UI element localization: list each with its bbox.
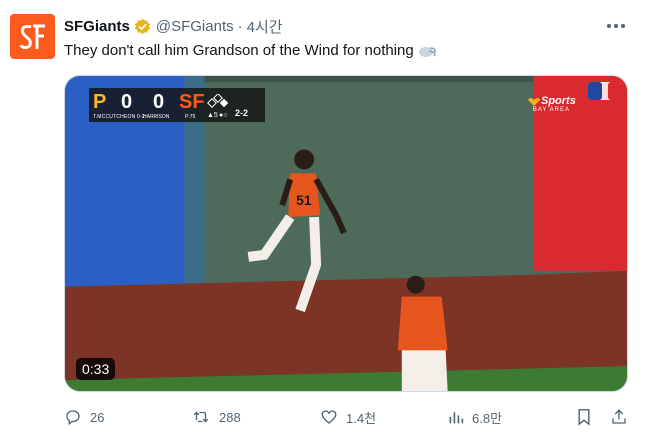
wind-emoji-icon — [417, 42, 437, 60]
video-frame: 51 — [65, 76, 627, 391]
share-icon — [612, 409, 626, 424]
more-dots-icon — [607, 24, 625, 28]
separator-dot: · — [237, 17, 243, 35]
repost-icon — [193, 411, 209, 423]
reply-count: 26 — [90, 409, 105, 425]
post-time[interactable]: 4시간 — [247, 16, 283, 37]
home-score: 0 — [153, 91, 165, 113]
share-button[interactable] — [610, 403, 636, 431]
reply-icon — [66, 410, 80, 426]
network-region: BAY AREA — [532, 107, 570, 113]
inning-indicator: ▲5 — [207, 112, 218, 119]
mlb-logo-icon — [588, 82, 622, 100]
network-logo: Sports BAY AREA — [527, 95, 576, 113]
tweet-header: SFGiants @SFGiants · 4시간 — [64, 15, 283, 37]
view-count: 6.8만 — [472, 410, 503, 426]
tweet-body: They don't call him Grandson of the Wind… — [64, 42, 414, 59]
batter-label: T.MCCUTCHEON 0-2 — [93, 114, 145, 120]
views-icon — [449, 412, 464, 424]
scoreboard: P 0 0 SF ▲5 ●○ 2-2 T.MCCUTCHEON 0-2 HARR… — [89, 88, 265, 122]
sf-giants-logo-icon — [19, 24, 45, 49]
bookmark-button[interactable] — [576, 403, 600, 431]
like-count: 1.4천 — [346, 410, 377, 426]
views-button[interactable]: 6.8만 — [448, 403, 502, 431]
repost-count: 288 — [219, 409, 241, 425]
reply-button[interactable]: 26 — [64, 403, 104, 431]
verified-badge-icon[interactable] — [134, 18, 151, 35]
pitch-count: 2-2 — [235, 108, 249, 118]
more-options-button[interactable] — [601, 14, 631, 38]
account-handle[interactable]: @SFGiants — [156, 18, 234, 35]
avatar[interactable] — [10, 14, 55, 59]
away-team-logo: P — [93, 91, 107, 113]
away-score: 0 — [121, 91, 133, 113]
pitches-label: P:79 — [185, 114, 196, 120]
tweet-text: They don't call him Grandson of the Wind… — [64, 41, 437, 61]
video-duration: 0:33 — [76, 358, 116, 380]
repost-button[interactable]: 288 — [191, 403, 241, 431]
home-team-logo: SF — [179, 91, 205, 113]
heart-icon — [321, 410, 337, 424]
pitcher-label: HARRISON — [143, 114, 170, 120]
network-name: Sports — [541, 95, 576, 107]
outs-indicator: ●○ — [219, 112, 228, 119]
tweet-actions: 26 288 1.4천 6.8만 — [64, 403, 639, 431]
display-name[interactable]: SFGiants — [64, 18, 130, 35]
player-number: 51 — [296, 192, 312, 208]
like-button[interactable]: 1.4천 — [320, 403, 376, 431]
video-player[interactable]: 51 P 0 0 SF ▲5 ●○ 2-2 T.MCCUTCHEON 0-2 H… — [64, 75, 628, 392]
bookmark-icon — [578, 409, 590, 426]
peacock-icon — [528, 98, 540, 106]
bases-icon — [207, 94, 229, 108]
